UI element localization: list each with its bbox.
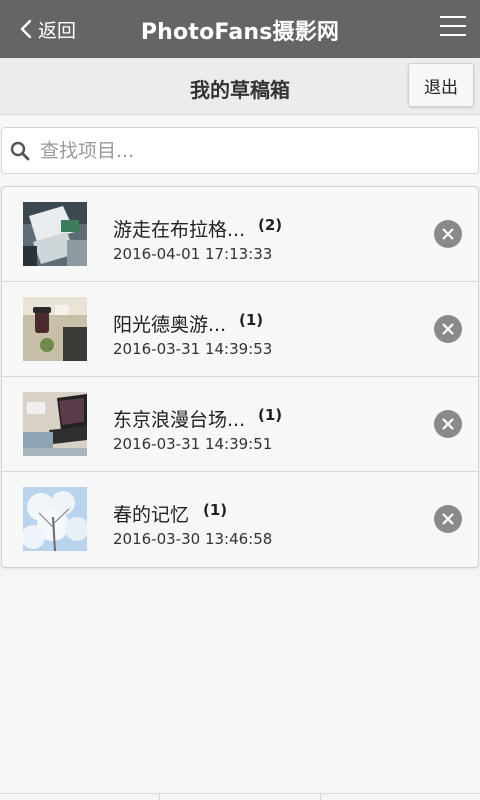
draft-count: (1) — [203, 501, 228, 519]
delete-button[interactable] — [434, 505, 462, 533]
delete-button[interactable] — [434, 410, 462, 438]
bottom-tab[interactable] — [0, 794, 161, 800]
hamburger-icon[interactable] — [440, 16, 466, 38]
search-icon — [10, 141, 30, 160]
sub-header: 我的草稿箱 退出 — [0, 58, 480, 115]
draft-item[interactable]: 春的记忆 (1) 2016-03-30 13:46:58 — [2, 472, 478, 567]
draft-date: 2016-03-30 13:46:58 — [113, 530, 273, 548]
app-title: PhotoFans摄影网 — [140, 20, 340, 45]
draft-title: 东京浪漫台场... — [113, 409, 246, 431]
search-input[interactable] — [40, 139, 460, 162]
bottom-tab[interactable] — [321, 794, 480, 800]
bottom-tab[interactable] — [160, 794, 321, 800]
close-icon — [442, 513, 454, 525]
close-icon — [442, 323, 454, 335]
bottom-tab-bar — [0, 793, 480, 800]
draft-thumbnail — [23, 297, 87, 361]
draft-item[interactable]: 阳光德奥游... (1) 2016-03-31 14:39:53 — [2, 282, 478, 377]
logout-button[interactable]: 退出 — [408, 63, 474, 107]
draft-date: 2016-03-31 14:39:53 — [113, 340, 273, 358]
draft-title: 春的记忆 — [113, 504, 190, 526]
draft-date: 2016-04-01 17:13:33 — [113, 245, 273, 263]
close-icon — [442, 228, 454, 240]
draft-thumbnail — [23, 392, 87, 456]
draft-date: 2016-03-31 14:39:51 — [113, 435, 273, 453]
draft-count: (1) — [258, 406, 283, 424]
draft-count: (1) — [239, 311, 264, 329]
close-icon — [442, 418, 454, 430]
draft-item[interactable]: 游走在布拉格... (2) 2016-04-01 17:13:33 — [2, 187, 478, 282]
draft-thumbnail — [23, 202, 87, 266]
draft-count: (2) — [258, 216, 283, 234]
delete-button[interactable] — [434, 220, 462, 248]
draft-title: 阳光德奥游... — [113, 314, 227, 336]
draft-title: 游走在布拉格... — [113, 219, 246, 241]
draft-list: 游走在布拉格... (2) 2016-04-01 17:13:33 阳光德奥游.… — [1, 186, 479, 568]
draft-thumbnail — [23, 487, 87, 551]
delete-button[interactable] — [434, 315, 462, 343]
top-bar: 返回 PhotoFans摄影网 — [0, 0, 480, 58]
search-bar — [1, 127, 479, 174]
draft-item[interactable]: 东京浪漫台场... (1) 2016-03-31 14:39:51 — [2, 377, 478, 472]
